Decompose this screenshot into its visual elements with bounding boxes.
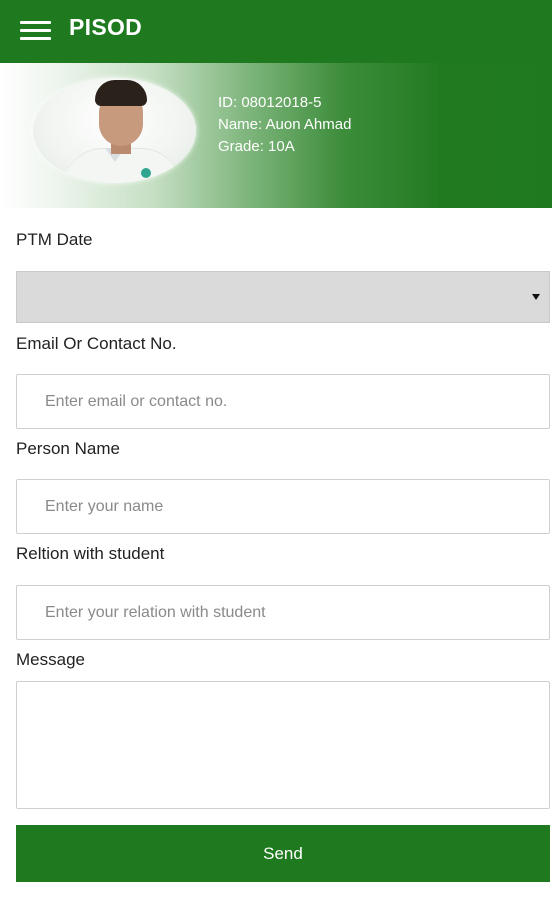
relation-label: Reltion with student xyxy=(16,544,165,563)
ptm-date-label: PTM Date xyxy=(16,230,93,249)
app-title: PISOD xyxy=(69,14,143,40)
student-profile-banner: ID: 08012018-5 Name: Auon Ahmad Grade: 1… xyxy=(0,63,552,208)
school-badge-icon xyxy=(141,168,151,178)
ptm-date-select[interactable] xyxy=(16,271,550,323)
student-grade: Grade: 10A xyxy=(218,138,295,155)
person-name-label: Person Name xyxy=(16,439,120,458)
student-id: ID: 08012018-5 xyxy=(218,94,322,111)
message-label: Message xyxy=(16,650,85,669)
student-name: Name: Auon Ahmad xyxy=(218,116,352,133)
email-contact-label: Email Or Contact No. xyxy=(16,334,177,353)
student-avatar xyxy=(33,78,196,183)
dropdown-caret-icon xyxy=(532,294,540,300)
message-textarea[interactable] xyxy=(16,681,550,809)
app-bar: PISOD xyxy=(0,0,552,63)
student-info: ID: 08012018-5 Name: Auon Ahmad Grade: 1… xyxy=(218,92,351,158)
relation-input[interactable] xyxy=(16,585,550,640)
hamburger-menu-icon[interactable] xyxy=(20,19,52,43)
send-button[interactable]: Send xyxy=(16,825,550,882)
email-contact-input[interactable] xyxy=(16,374,550,429)
person-name-input[interactable] xyxy=(16,479,550,534)
app-screen: PISOD ID: 08012018-5 Name: Auon Ahmad Gr… xyxy=(0,0,552,900)
